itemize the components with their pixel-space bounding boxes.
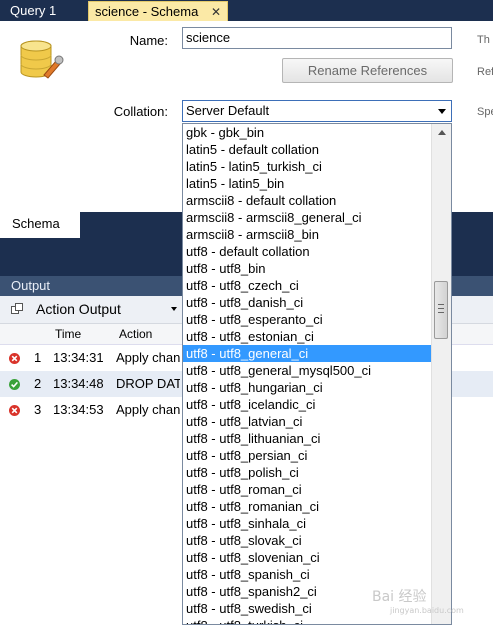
tab-science-schema[interactable]: science - Schema ✕ [88, 1, 228, 21]
collation-option[interactable]: utf8 - utf8_romanian_ci [183, 498, 451, 515]
dropdown-scrollbar[interactable] [431, 124, 451, 624]
side-text-1: Th [477, 34, 490, 46]
collation-option[interactable]: gbk - gbk_bin [183, 124, 451, 141]
tab-label: Query 1 [10, 3, 57, 18]
close-icon[interactable]: ✕ [211, 2, 221, 22]
collation-options: gbk - gbk_bin latin5 - default collation l… [183, 124, 451, 624]
collation-option[interactable]: utf8 - utf8_czech_ci [183, 277, 451, 294]
collation-option[interactable]: utf8 - utf8_slovak_ci [183, 532, 451, 549]
scrollbar-thumb[interactable] [434, 281, 448, 339]
collation-select[interactable]: Server Default [182, 100, 452, 122]
column-header-time[interactable]: Time [55, 327, 81, 341]
collation-option[interactable]: latin5 - default collation [183, 141, 451, 158]
collation-option[interactable]: latin5 - latin5_turkish_ci [183, 158, 451, 175]
collation-option[interactable]: armscii8 - default collation [183, 192, 451, 209]
schema-name-input[interactable]: science [182, 27, 452, 49]
column-header-action[interactable]: Action [119, 327, 152, 341]
tab-bar: Query 1 science - Schema ✕ [0, 0, 493, 21]
collation-label: Collation: [113, 104, 168, 119]
collation-option[interactable]: utf8 - utf8_roman_ci [183, 481, 451, 498]
database-icon [20, 40, 64, 79]
collation-option[interactable]: utf8 - utf8_estonian_ci [183, 328, 451, 345]
error-icon [9, 405, 20, 416]
collation-option[interactable]: armscii8 - armscii8_general_ci [183, 209, 451, 226]
tab-schema[interactable]: Schema [0, 212, 80, 238]
row-action: DROP DATABASE [116, 376, 180, 391]
grip-line [438, 308, 444, 309]
scroll-up-icon[interactable] [438, 130, 446, 135]
collation-option[interactable]: utf8 - utf8_turkish_ci [183, 617, 451, 624]
row-number: 2 [34, 376, 42, 391]
watermark-text: Bai 经验 [372, 589, 427, 605]
copy-icon[interactable] [11, 303, 23, 314]
chevron-down-icon [438, 109, 446, 114]
grip-line [438, 312, 444, 313]
collation-option[interactable]: utf8 - default collation [183, 243, 451, 260]
collation-value: Server Default [186, 103, 270, 118]
tab-query-1[interactable]: Query 1 [4, 1, 62, 21]
collation-option[interactable]: utf8 - utf8_polish_ci [183, 464, 451, 481]
collation-option[interactable]: utf8 - utf8_esperanto_ci [183, 311, 451, 328]
row-time: 13:34:53 [53, 402, 104, 417]
collation-option[interactable]: utf8 - utf8_general_mysql500_ci [183, 362, 451, 379]
name-label: Name: [129, 33, 168, 48]
collation-option[interactable]: utf8 - utf8_spanish_ci [183, 566, 451, 583]
collation-option[interactable]: utf8 - utf8_lithuanian_ci [183, 430, 451, 447]
row-number: 3 [34, 402, 42, 417]
rename-references-button[interactable]: Rename References [282, 58, 453, 83]
row-time: 13:34:48 [53, 376, 104, 391]
collation-option[interactable]: armscii8 - armscii8_bin [183, 226, 451, 243]
collation-option[interactable]: latin5 - latin5_bin [183, 175, 451, 192]
side-text-2: Ref [477, 66, 493, 78]
error-icon [9, 353, 20, 364]
row-action: Apply changes [116, 350, 180, 365]
side-text-3: Spe [477, 106, 493, 118]
collation-dropdown-list: gbk - gbk_bin latin5 - default collation l… [182, 123, 452, 625]
collation-option[interactable]: utf8 - utf8_hungarian_ci [183, 379, 451, 396]
collation-option[interactable]: utf8 - utf8_general_ci [183, 345, 451, 362]
grip-line [438, 304, 444, 305]
success-icon [9, 379, 20, 390]
tab-label: science - Schema [95, 4, 199, 19]
collation-option[interactable]: utf8 - utf8_sinhala_ci [183, 515, 451, 532]
chevron-down-icon [171, 307, 177, 311]
collation-option[interactable]: utf8 - utf8_danish_ci [183, 294, 451, 311]
action-output-select[interactable]: Action Output [32, 299, 182, 320]
collation-option[interactable]: utf8 - utf8_latvian_ci [183, 413, 451, 430]
collation-option[interactable]: utf8 - utf8_persian_ci [183, 447, 451, 464]
row-time: 13:34:31 [53, 350, 104, 365]
row-action: Apply changes [116, 402, 180, 417]
row-number: 1 [34, 350, 42, 365]
action-output-label: Action Output [36, 301, 121, 317]
collation-option[interactable]: utf8 - utf8_icelandic_ci [183, 396, 451, 413]
collation-option[interactable]: utf8 - utf8_bin [183, 260, 451, 277]
watermark: Bai 经验 jingyan.baidu.com [372, 586, 464, 615]
watermark-sub: jingyan.baidu.com [390, 606, 464, 615]
collation-option[interactable]: utf8 - utf8_slovenian_ci [183, 549, 451, 566]
